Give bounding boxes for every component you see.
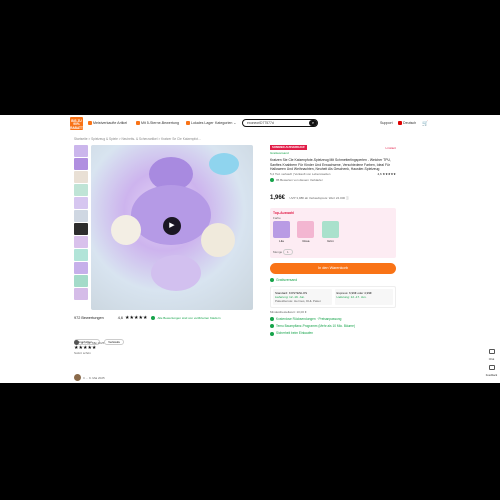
search-icon[interactable]: ⌕ (309, 120, 317, 126)
color-option-gruen[interactable]: Grün (321, 220, 339, 243)
review-user: Ir ... 9. Mai 2025 (83, 375, 105, 380)
chat-icon (488, 349, 495, 354)
thumbnail[interactable] (74, 262, 88, 274)
reviews-header: 972 Bewertungen 4,6 ★★★★★ Alle Bewertung… (74, 314, 254, 322)
seller-tag: 95 Bewerten von diesem Verkäufer (276, 177, 323, 182)
product-rating[interactable]: 4,6 ★★★★★ (378, 172, 396, 176)
thumbnail-list (74, 145, 88, 301)
review-text: Sofort schön (74, 351, 91, 355)
verified-note: Alle Bewertungen sind von verifizierten … (157, 316, 221, 320)
thumbnail[interactable] (74, 197, 88, 209)
thumbnail[interactable] (74, 145, 88, 157)
thumbs-up-icon (88, 121, 92, 125)
search-input[interactable]: exoneoriD77577d ⌕ (242, 119, 318, 127)
nav-local-warehouse[interactable]: Lokales Lager (186, 121, 214, 125)
shipping-options: Standard: KOSTENLOS Lieferung: 12.-19. J… (270, 286, 396, 309)
background-decor (209, 153, 239, 175)
sold-info[interactable]: 5,2 Tsd. verkauft | Verkauft von Lebensw… (270, 172, 330, 176)
thumbnail[interactable] (74, 236, 88, 248)
breadcrumb[interactable]: Startseite > Spielzeug & Spiele > Neuhei… (74, 137, 201, 141)
free-shipping-tag: Gratisversand (270, 151, 289, 155)
price-note: UVP 3,98€ ab Verkaufspreis: Wert 24.000 … (289, 195, 349, 200)
letterbox-top (0, 0, 500, 115)
nav-five-star[interactable]: Mit 5-Sterne-Bewertung (136, 121, 179, 125)
tree-program-link[interactable]: Temu Baumpflanz-Programm (Mehr als 10 Mi… (276, 324, 355, 328)
standard-shipping[interactable]: Standard: KOSTENLOS Lieferung: 12.-19. J… (273, 289, 332, 306)
truck-icon (270, 278, 274, 283)
tree-icon (270, 324, 274, 329)
qty-label: Menge (273, 249, 283, 254)
express-shipping[interactable]: Express: 6,99€ oder 4,99€ Lieferung: 12.… (334, 289, 393, 306)
paw-body (131, 185, 211, 245)
shipping-title: Gratisversand (276, 277, 298, 282)
top-selection: Top-Auswahl Farbe Lila Rosa Grün Menge 1 (270, 207, 396, 258)
side-toolbar: Chat Feedback (485, 349, 498, 381)
product-title: Kratzen Sie Cle Katzenpfote-Spielzeug Mi… (270, 158, 391, 172)
sale-badge: SOMMER-AUSVERKAUF (270, 145, 307, 150)
flag-icon (398, 121, 402, 125)
color-label: Farbe (273, 215, 281, 220)
support-link[interactable]: Support (380, 121, 393, 125)
add-to-cart-button[interactable]: In den Warenkorb (270, 262, 396, 274)
pearl (111, 215, 141, 245)
rating-stars: ★★★★★ (125, 315, 148, 321)
pearl (201, 223, 235, 257)
butterfly-beads (151, 255, 201, 291)
thumbnail[interactable] (74, 171, 88, 183)
cart-icon[interactable]: 🛒 (422, 121, 428, 127)
safety-link[interactable]: Sicherheit beim Einkaufen (276, 331, 313, 335)
returns-link[interactable]: Kostenlose Rücksendungen · Preisanpassun… (276, 317, 341, 321)
thumbnail[interactable] (74, 275, 88, 287)
thumbnail[interactable] (74, 158, 88, 170)
color-option-rosa[interactable]: Rosa (297, 220, 315, 243)
nav-categories[interactable]: Kategorien ⌄ (215, 121, 236, 125)
feedback-button[interactable]: Feedback (485, 365, 498, 377)
site-header: BIS ZU 90% RABATT Meistverkaufte Artikel… (0, 115, 500, 132)
product-page: BIS ZU 90% RABATT Meistverkaufte Artikel… (0, 115, 500, 383)
thumbnail[interactable] (74, 223, 88, 235)
avatar (74, 374, 81, 381)
warehouse-icon (186, 121, 190, 125)
review-item: K ... 11. Mai 2025 ★★★★★ Sofort schön (74, 340, 254, 355)
feedback-icon (488, 365, 495, 370)
nav-bestsellers[interactable]: Meistverkaufte Artikel (88, 121, 127, 125)
color-option-lila[interactable]: Lila (273, 220, 290, 243)
rating-value: 4,6 (117, 316, 124, 320)
verified-icon (151, 316, 156, 320)
star-icon (136, 121, 140, 125)
language-select[interactable]: Deutsch (398, 121, 416, 125)
top-selection-label: Top-Auswahl (273, 210, 295, 215)
price: 1,96€ (270, 194, 286, 201)
chat-button[interactable]: Chat (485, 349, 498, 361)
limited-tag: Limitiert (385, 145, 396, 150)
swatch (321, 220, 339, 238)
thumbnail[interactable] (74, 184, 88, 196)
seller-badge-icon (270, 177, 274, 182)
play-icon[interactable]: ▶ (163, 217, 181, 235)
quantity-select[interactable]: 1 (283, 248, 293, 255)
product-image[interactable]: ▶ (91, 145, 253, 310)
swatch (273, 220, 290, 238)
min-order-note: Mindestbestellwert: 10,00 € (270, 310, 307, 315)
review-user: K ... 11. Mai 2025 (81, 340, 105, 345)
site-logo[interactable]: BIS ZU 90% RABATT (70, 117, 83, 130)
review-count[interactable]: 972 Bewertungen (74, 316, 104, 320)
thumbnail[interactable] (74, 249, 88, 261)
thumbnail[interactable] (74, 210, 88, 222)
shield-icon (270, 331, 274, 336)
thumbnail[interactable] (74, 288, 88, 300)
return-icon (270, 317, 274, 322)
review-item: Ir ... 9. Mai 2025 (74, 374, 105, 381)
letterbox-bottom (0, 383, 500, 500)
swatch (297, 220, 315, 238)
product-info: SOMMER-AUSVERKAUF Limitiert Gratisversan… (270, 145, 396, 336)
